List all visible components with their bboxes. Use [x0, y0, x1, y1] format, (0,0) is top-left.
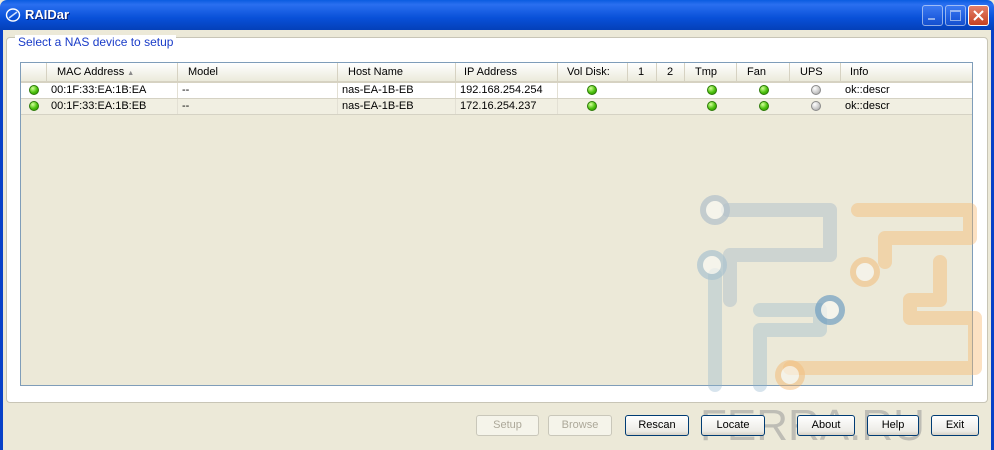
browse-button[interactable]: Browse	[548, 415, 612, 436]
table-row[interactable]: 00:1F:33:EA:1B:EB -- nas-EA-1B-EB 172.16…	[21, 99, 972, 115]
raidar-app-icon	[5, 8, 21, 22]
fan-led-icon	[759, 85, 769, 95]
setup-button[interactable]: Setup	[476, 415, 539, 436]
exit-button[interactable]: Exit	[931, 415, 979, 436]
group-label: Select a NAS device to setup	[15, 35, 177, 49]
column-header-fan[interactable]: Fan	[737, 63, 790, 81]
device-list[interactable]: MAC Address ▲ Model Host Name IP Address …	[20, 62, 973, 386]
column-label: 1	[638, 66, 645, 78]
status-led-icon	[29, 101, 39, 111]
column-label: MAC Address	[57, 66, 125, 78]
title-bar[interactable]: RAIDar	[0, 0, 994, 30]
model-cell: --	[178, 99, 338, 114]
sort-ascending-icon: ▲	[127, 70, 135, 77]
locate-button[interactable]: Locate	[701, 415, 765, 436]
close-icon	[973, 10, 984, 21]
ups-led-icon	[811, 85, 821, 95]
column-header-host[interactable]: Host Name	[338, 63, 456, 81]
window-title: RAIDar	[25, 7, 70, 22]
column-label: 2	[667, 66, 674, 78]
column-header-vol-disk[interactable]: Vol Disk:	[558, 63, 628, 81]
column-label: Fan	[747, 66, 766, 78]
info-cell: ok::descr	[845, 84, 890, 96]
close-button[interactable]	[968, 5, 989, 26]
column-header-disk-2[interactable]: 2	[657, 63, 685, 81]
column-label: IP Address	[464, 66, 517, 78]
table-row[interactable]: 00:1F:33:EA:1B:EA -- nas-EA-1B-EB 192.16…	[21, 83, 972, 99]
column-header-ups[interactable]: UPS	[790, 63, 841, 81]
column-label: Disk:	[585, 66, 610, 78]
column-header-tmp[interactable]: Tmp	[685, 63, 737, 81]
column-label: Host Name	[348, 66, 404, 78]
column-header-mac[interactable]: MAC Address ▲	[47, 63, 178, 81]
mac-cell: 00:1F:33:EA:1B:EB	[47, 99, 178, 114]
column-label: Tmp	[695, 66, 717, 78]
column-header-model[interactable]: Model	[178, 63, 338, 81]
temperature-led-icon	[707, 85, 717, 95]
column-header-status[interactable]	[21, 63, 47, 81]
column-header-info[interactable]: Info	[841, 63, 972, 81]
info-cell: ok::descr	[845, 100, 890, 112]
list-header: MAC Address ▲ Model Host Name IP Address …	[21, 63, 972, 83]
temperature-led-icon	[707, 101, 717, 111]
column-header-disk-1[interactable]: 1	[628, 63, 657, 81]
ups-led-icon	[811, 101, 821, 111]
column-label: UPS	[800, 66, 823, 78]
rescan-button[interactable]: Rescan	[625, 415, 689, 436]
column-label: Info	[850, 66, 869, 78]
status-led-icon	[29, 85, 39, 95]
host-cell: nas-EA-1B-EB	[338, 83, 456, 98]
ip-cell: 172.16.254.237	[456, 99, 558, 114]
column-header-ip[interactable]: IP Address	[456, 63, 558, 81]
column-label: Model	[188, 66, 218, 78]
fan-led-icon	[759, 101, 769, 111]
volume-led-icon	[587, 101, 597, 111]
maximize-icon	[950, 10, 961, 21]
mac-cell: 00:1F:33:EA:1B:EA	[47, 83, 178, 98]
minimize-button[interactable]	[922, 5, 943, 26]
model-cell: --	[178, 83, 338, 98]
column-label: Vol	[567, 66, 583, 78]
minimize-icon	[928, 18, 935, 20]
host-cell: nas-EA-1B-EB	[338, 99, 456, 114]
ip-cell: 192.168.254.254	[456, 83, 558, 98]
about-button[interactable]: About	[797, 415, 855, 436]
maximize-button[interactable]	[945, 5, 966, 26]
help-button[interactable]: Help	[867, 415, 919, 436]
volume-led-icon	[587, 85, 597, 95]
